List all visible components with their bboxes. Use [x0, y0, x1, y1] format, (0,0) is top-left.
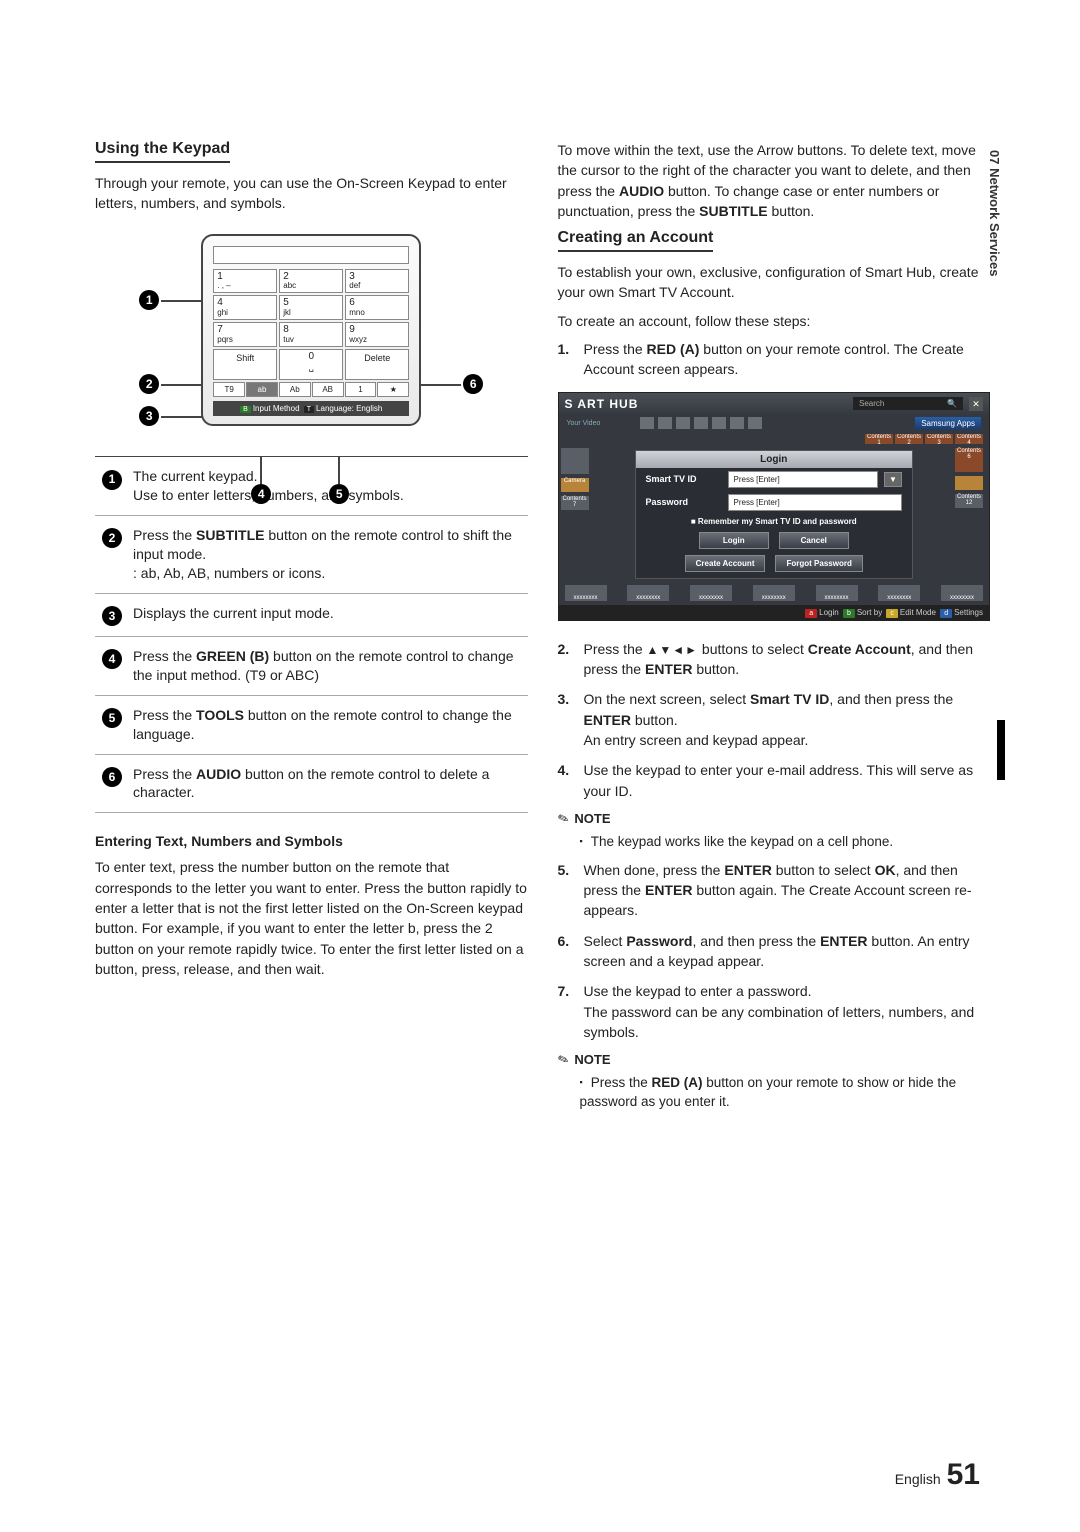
note-1-list: The keypad works like the keypad on a ce… — [558, 833, 991, 852]
forgot-password-button[interactable]: Forgot Password — [775, 555, 862, 572]
legend-row-4: 4Press the GREEN (B) button on the remot… — [95, 637, 528, 696]
hub-search[interactable]: Search🔍 — [853, 397, 963, 410]
login-button[interactable]: Login — [699, 532, 769, 549]
legend-row-3: 3Displays the current input mode. — [95, 593, 528, 636]
delete-key: Delete — [345, 349, 409, 380]
step-1: 1. Press the RED (A) button on your remo… — [558, 339, 991, 380]
move-text-para: To move within the text, use the Arrow b… — [558, 140, 991, 221]
note-2-list: Press the RED (A) button on your remote … — [558, 1074, 991, 1112]
search-icon: 🔍 — [947, 399, 957, 408]
id-dropdown[interactable]: ▼ — [884, 472, 902, 487]
keypad-key-9: 9wxyz — [345, 322, 409, 347]
step-3: 3. On the next screen, select Smart TV I… — [558, 689, 991, 750]
keypad-frame: 1. , –2abc3def 4ghi5jkl6mno 7pqrs8tuv9wxyz… — [201, 234, 421, 427]
step-5: 5. When done, press the ENTER button to … — [558, 860, 991, 921]
mode-star: ★ — [377, 382, 409, 397]
smart-tv-id-input[interactable]: Press [Enter] — [728, 471, 879, 488]
keypad-key-1: 1. , – — [213, 269, 277, 294]
step-7: 7. Use the keypad to enter a password. T… — [558, 981, 991, 1042]
create-intro2: To create an account, follow these steps… — [558, 311, 991, 331]
keypad-key-2: 2abc — [279, 269, 343, 294]
shift-key: Shift — [213, 349, 277, 380]
remember-checkbox[interactable]: Remember my Smart TV ID and password — [636, 514, 913, 529]
keypad-key-3: 3def — [345, 269, 409, 294]
smart-hub-screenshot: S ART HUB Search🔍 ✕ Your Video Samsung A… — [558, 392, 991, 621]
mode-AB: AB — [312, 382, 344, 397]
keypad-key-8: 8tuv — [279, 322, 343, 347]
edge-tab — [997, 720, 1005, 780]
legend-row-6: 6Press the AUDIO button on the remote co… — [95, 754, 528, 813]
smart-hub-logo: S ART HUB — [565, 397, 639, 411]
mode-Ab: Ab — [279, 382, 311, 397]
step-4: 4. Use the keypad to enter your e-mail a… — [558, 760, 991, 801]
password-label: Password — [646, 497, 722, 507]
callout-4: 4 — [251, 484, 271, 504]
keypad-key-5: 5jkl — [279, 295, 343, 320]
hub-contents-strip: Contents 1 Contents 2 Contents 3 Content… — [559, 432, 990, 444]
your-video-label: Your Video — [567, 420, 601, 427]
note-1: NOTE — [558, 811, 991, 827]
callout-3: 3 — [139, 406, 159, 426]
hub-bottom-thumbs: xxxxxxxx xxxxxxxx xxxxxxxx xxxxxxxx xxxx… — [559, 585, 990, 605]
keypad-intro: Through your remote, you can use the On-… — [95, 173, 528, 214]
thumb-placeholder — [561, 448, 589, 474]
note-2: NOTE — [558, 1052, 991, 1068]
zero-key: 0␣ — [279, 349, 343, 380]
cancel-button[interactable]: Cancel — [779, 532, 849, 549]
hub-color-bar: aLogin bSort by cEdit Mode dSettings — [559, 605, 990, 620]
login-panel: Login Smart TV ID Press [Enter] ▼ Passwo… — [635, 450, 914, 579]
create-intro1: To establish your own, exclusive, config… — [558, 262, 991, 303]
mode-ab: ab — [246, 382, 278, 397]
left-column: Using the Keypad Through your remote, yo… — [95, 140, 528, 1120]
legend-row-2: 2Press the SUBTITLE button on the remote… — [95, 516, 528, 594]
samsung-apps[interactable]: Samsung Apps — [915, 417, 981, 430]
page-number: English51 — [895, 1458, 980, 1492]
step-6: 6. Select Password, and then press the E… — [558, 931, 991, 972]
keypad-footer: BInput Method TLanguage: English — [213, 401, 409, 416]
close-icon[interactable]: ✕ — [969, 397, 983, 411]
right-column: To move within the text, use the Arrow b… — [558, 140, 991, 1120]
login-title: Login — [636, 451, 913, 468]
keypad-display — [213, 246, 409, 264]
t9-mode: T9 — [213, 382, 245, 397]
callout-2: 2 — [139, 374, 159, 394]
step-2: 2. Press the ▲▼◄► buttons to select Crea… — [558, 639, 991, 680]
callout-5: 5 — [329, 484, 349, 504]
password-input[interactable]: Press [Enter] — [728, 494, 903, 511]
legend-row-1: 1The current keypad. Use to enter letter… — [95, 457, 528, 516]
hub-app-icons — [640, 417, 762, 429]
legend-row-5: 5Press the TOOLS button on the remote co… — [95, 695, 528, 754]
keypad-key-4: 4ghi — [213, 295, 277, 320]
mode-1: 1 — [345, 382, 377, 397]
heading-creating-account: Creating an Account — [558, 229, 714, 252]
heading-using-keypad: Using the Keypad — [95, 140, 230, 163]
legend-table: 1The current keypad. Use to enter letter… — [95, 456, 528, 813]
keypad-key-6: 6mno — [345, 295, 409, 320]
create-account-button[interactable]: Create Account — [685, 555, 766, 572]
keypad-diagram: 1 2 3 6 4 5 1. , –2abc3def4ghi5jkl6mno7p… — [141, 234, 481, 427]
callout-6: 6 — [463, 374, 483, 394]
section-tab: 07 Network Services — [987, 150, 1002, 276]
sub-entering-text: Entering Text, Numbers and Symbols — [95, 833, 528, 849]
entering-text-para: To enter text, press the number button o… — [95, 857, 528, 979]
smart-tv-id-label: Smart TV ID — [646, 474, 722, 484]
keypad-key-7: 7pqrs — [213, 322, 277, 347]
callout-1: 1 — [139, 290, 159, 310]
